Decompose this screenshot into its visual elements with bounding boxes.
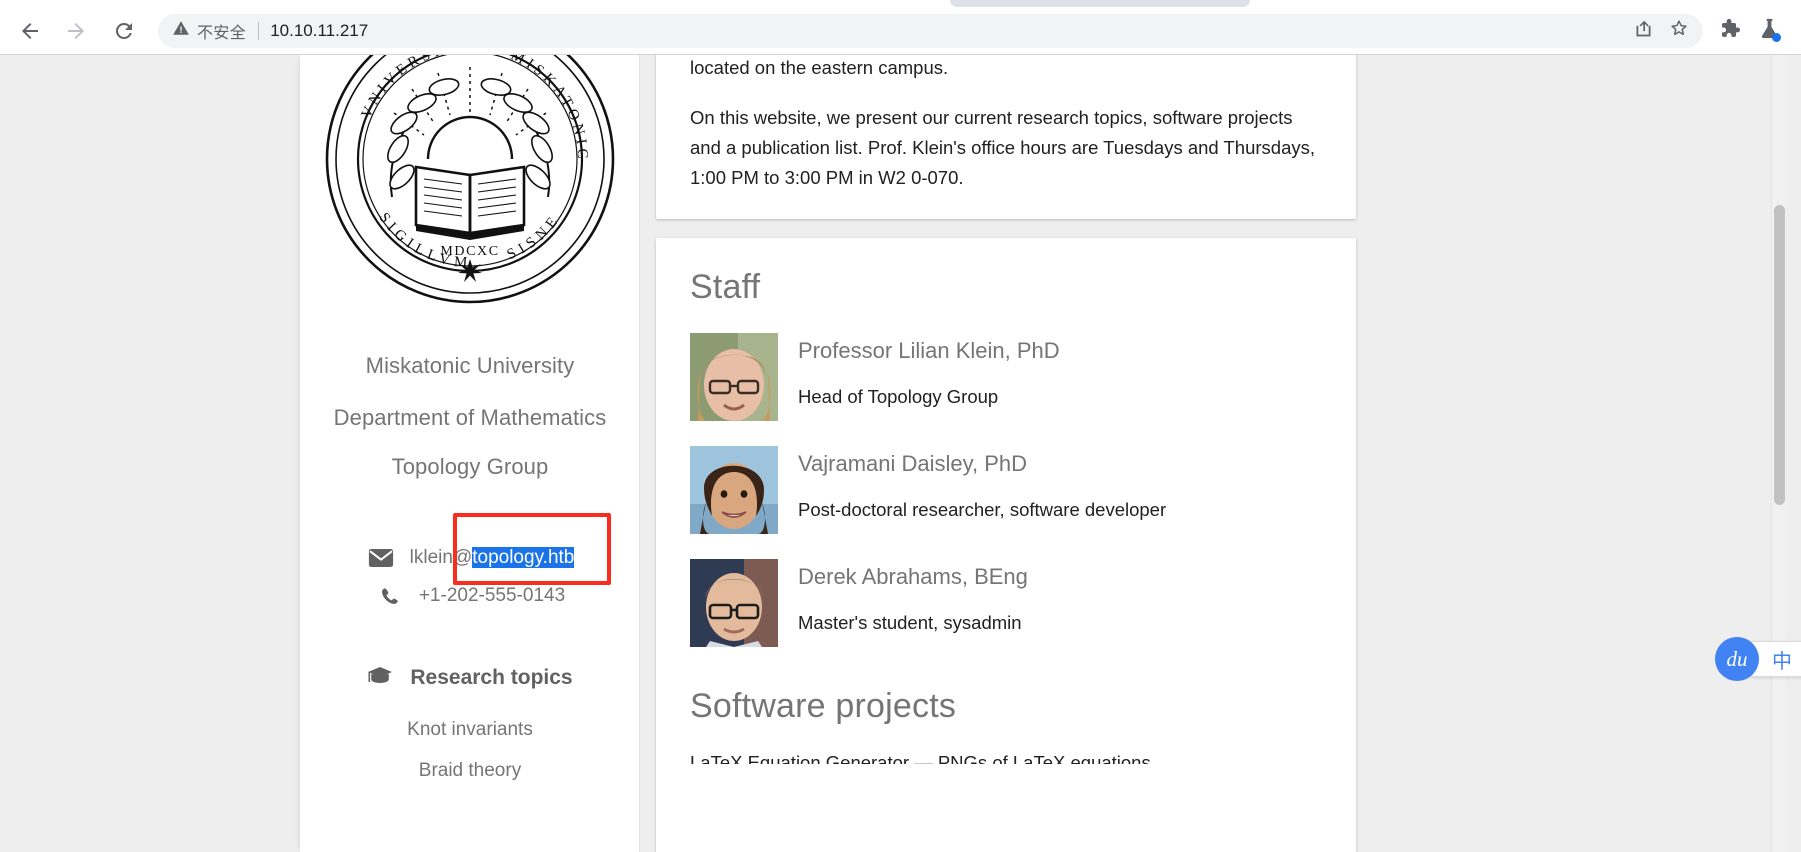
- scrollbar-thumb[interactable]: [1774, 205, 1785, 505]
- not-secure-label: 不安全: [197, 24, 247, 42]
- staff-member-name: Professor Lilian Klein, PhD: [798, 338, 1060, 363]
- flask-badge-dot: [1772, 32, 1781, 42]
- share-button[interactable]: [1625, 15, 1661, 47]
- lab-experiments-button[interactable]: [1749, 11, 1789, 51]
- email-at-sign: @: [452, 547, 473, 568]
- phone-icon: [375, 585, 405, 607]
- staff-member-role: Post-doctoral researcher, software devel…: [798, 499, 1167, 520]
- university-name: Miskatonic University: [365, 353, 575, 378]
- url-text[interactable]: 10.10.11.217: [270, 21, 1625, 41]
- bookmark-button[interactable]: [1661, 15, 1697, 47]
- omnibox-actions: [1625, 15, 1697, 47]
- group-name: Topology Group: [391, 454, 549, 479]
- software-project-item[interactable]: LaTeX Equation Generator — PNGs of LaTeX…: [690, 752, 1322, 764]
- ime-language-toggle[interactable]: 中: [1772, 645, 1792, 674]
- staff-member-row: Vajramani Daisley, PhD Post-doctoral res…: [690, 446, 1322, 534]
- software-projects-title: Software projects: [690, 687, 957, 725]
- staff-member-role: Master's student, sysadmin: [798, 612, 1022, 633]
- page-viewport: VNIVERSITATIS MISKATONICENSIS SIGILLVM S…: [0, 55, 1801, 852]
- browser-chrome: 不安全 10.10.11.217: [0, 0, 1801, 55]
- page-scrollbar[interactable]: [1771, 55, 1786, 852]
- email-address[interactable]: lklein@topology.htb: [410, 547, 575, 569]
- share-icon: [1633, 18, 1654, 44]
- staff-member-info: Derek Abrahams, BEng Master's student, s…: [798, 559, 1028, 647]
- staff-member-role: Head of Topology Group: [798, 386, 999, 407]
- arrow-left-icon: [18, 19, 42, 43]
- warning-triangle-icon: [172, 19, 190, 42]
- puzzle-piece-icon: [1718, 17, 1741, 45]
- address-bar[interactable]: 不安全 10.10.11.217: [158, 13, 1703, 48]
- department-name: Department of Mathematics: [333, 405, 607, 430]
- site-security-chip[interactable]: 不安全: [172, 19, 246, 43]
- staff-member-name: Vajramani Daisley, PhD: [798, 451, 1028, 476]
- staff-member-info: Vajramani Daisley, PhD Post-doctoral res…: [798, 446, 1166, 534]
- avatar: [690, 333, 778, 421]
- staff-section-title: Staff: [690, 268, 761, 306]
- page-body: VNIVERSITATIS MISKATONICENSIS SIGILLVM S…: [0, 55, 1786, 852]
- staff-member-name: Derek Abrahams, BEng: [798, 564, 1028, 589]
- forward-button[interactable]: [56, 11, 96, 51]
- research-topic-item[interactable]: Knot invariants: [300, 719, 640, 741]
- envelope-icon: [366, 548, 396, 568]
- browser-toolbar: 不安全 10.10.11.217: [0, 7, 1801, 54]
- university-seal: VNIVERSITATIS MISKATONICENSIS SIGILLVM S…: [320, 55, 620, 309]
- email-local-part: lklein: [409, 547, 453, 568]
- intro-paragraph: On this website, we present our current …: [690, 106, 1316, 188]
- extensions-button[interactable]: [1709, 11, 1749, 51]
- graduation-cap-icon: [367, 665, 393, 690]
- page-content-wrapper: VNIVERSITATIS MISKATONICENSIS SIGILLVM S…: [300, 55, 1556, 852]
- software-project-list: LaTeX Equation Generator — PNGs of LaTeX…: [690, 752, 1322, 764]
- toolbar-right-actions: [1709, 11, 1801, 51]
- avatar: [690, 446, 778, 534]
- back-button[interactable]: [10, 11, 50, 51]
- omnibox-divider: [258, 21, 260, 40]
- staff-member-row: Professor Lilian Klein, PhD Head of Topo…: [690, 333, 1322, 421]
- intro-card: This is the home page of the Topology Gr…: [656, 55, 1356, 219]
- email-domain-selected: topology.htb: [472, 547, 575, 568]
- research-topics-header: Research topics: [300, 665, 640, 690]
- avatar: [690, 559, 778, 647]
- contact-row-email[interactable]: lklein@topology.htb: [300, 539, 640, 577]
- reload-button[interactable]: [104, 11, 144, 51]
- ime-widget: 中 ◂ du: [1715, 637, 1801, 681]
- research-topics-title: Research topics: [410, 665, 573, 689]
- seal-icon: VNIVERSITATIS MISKATONICENSIS SIGILLVM S…: [320, 55, 614, 304]
- staff-member-info: Professor Lilian Klein, PhD Head of Topo…: [798, 333, 1060, 421]
- intro-paragraph: This is the home page of the Topology Gr…: [690, 56, 949, 78]
- phone-number: +1-202-555-0143: [418, 585, 566, 606]
- contact-block: lklein@topology.htb +1-202-555-0143: [300, 539, 640, 615]
- star-icon: [1668, 17, 1690, 44]
- tab-strip[interactable]: [950, 0, 1250, 7]
- research-topic-item[interactable]: Braid theory: [300, 760, 640, 782]
- staff-card: Staff Professor Lilian Klein, PhD Head o…: [656, 238, 1356, 852]
- contact-row-phone[interactable]: +1-202-555-0143: [300, 577, 640, 615]
- svg-text:MDCXC: MDCXC: [440, 244, 499, 259]
- sidebar: VNIVERSITATIS MISKATONICENSIS SIGILLVM S…: [300, 55, 640, 852]
- baidu-logo-icon[interactable]: du: [1715, 637, 1759, 681]
- staff-member-row: Derek Abrahams, BEng Master's student, s…: [690, 559, 1322, 647]
- arrow-right-icon: [64, 19, 88, 43]
- reload-icon: [112, 19, 136, 43]
